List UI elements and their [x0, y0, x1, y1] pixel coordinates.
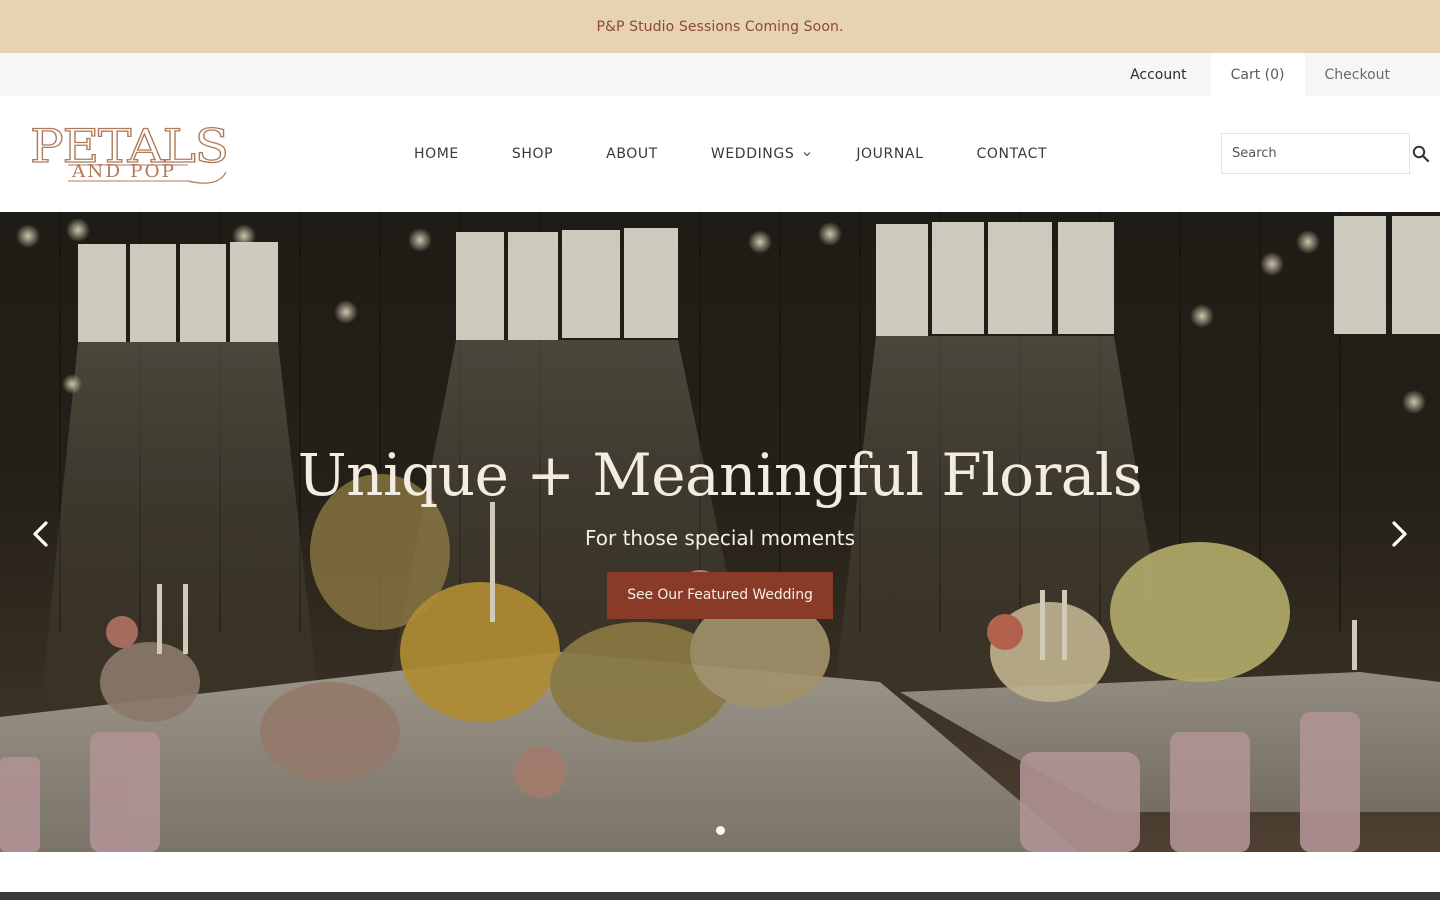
nav-weddings-label: WEDDINGS — [710, 146, 795, 162]
cart-link[interactable]: Cart (0) — [1210, 53, 1305, 96]
search-input[interactable] — [1221, 133, 1410, 174]
hero-content: Unique + Meaningful Florals For those sp… — [0, 438, 1440, 619]
nav-contact[interactable]: CONTACT — [977, 146, 1048, 162]
slide-dot[interactable] — [715, 826, 725, 835]
nav-home[interactable]: HOME — [414, 146, 459, 162]
featured-wedding-button[interactable]: See Our Featured Wedding — [607, 572, 833, 619]
nav-journal[interactable]: JOURNAL — [856, 146, 923, 162]
logo[interactable]: PETALS AND POP — [28, 118, 232, 188]
main-nav: HOME SHOP ABOUT WEDDINGS JOURNAL CONTACT — [414, 96, 1100, 212]
hero-title: Unique + Meaningful Florals — [297, 441, 1143, 509]
logo-line2: AND POP — [71, 161, 176, 182]
search-box — [1221, 133, 1431, 174]
site-header: PETALS AND POP HOME SHOP ABOUT WEDDINGS … — [0, 96, 1440, 212]
checkout-link[interactable]: Checkout — [1305, 53, 1411, 96]
petals-and-pop-logo: PETALS AND POP — [29, 118, 230, 184]
search-icon[interactable] — [1411, 144, 1431, 164]
slide-dots — [0, 826, 1440, 835]
announcement-text: P&P Studio Sessions Coming Soon. — [596, 18, 844, 35]
chevron-right-icon[interactable] — [1386, 516, 1414, 552]
account-link[interactable]: Account — [1106, 53, 1211, 96]
nav-weddings[interactable]: WEDDINGS — [711, 146, 811, 162]
hero-slideshow: Unique + Meaningful Florals For those sp… — [0, 212, 1440, 852]
footer-strip — [0, 892, 1440, 900]
nav-about[interactable]: ABOUT — [606, 146, 658, 162]
chevron-left-icon[interactable] — [26, 516, 54, 552]
utility-bar: Account Cart (0) Checkout — [0, 53, 1440, 96]
chevron-down-icon — [803, 152, 811, 157]
announcement-bar: P&P Studio Sessions Coming Soon. — [0, 0, 1440, 53]
nav-shop[interactable]: SHOP — [512, 146, 553, 162]
hero-subtitle: For those special moments — [584, 526, 856, 550]
